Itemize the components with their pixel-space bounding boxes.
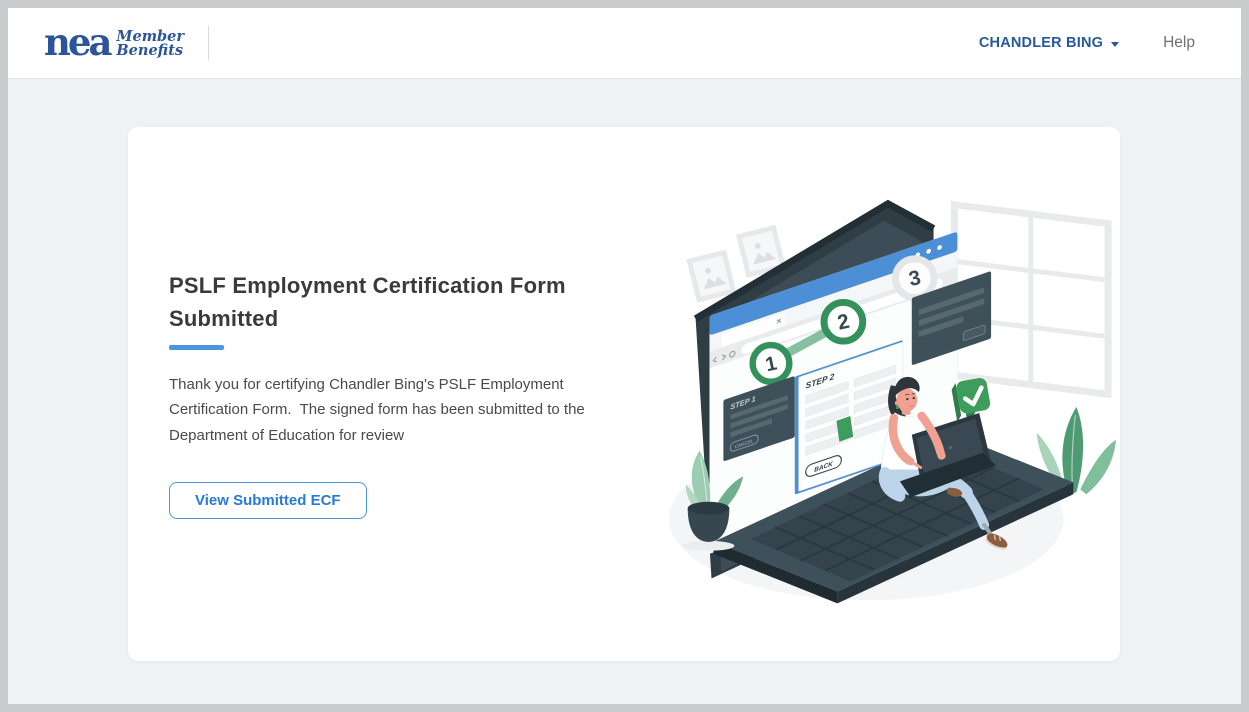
main-area: PSLF Employment Certification Form Submi… — [8, 78, 1241, 704]
logo-tagline-line2: Benefits — [116, 42, 184, 59]
user-menu-dropdown[interactable]: CHANDLER BING — [978, 35, 1120, 51]
header-divider — [208, 26, 210, 60]
chevron-down-icon — [1111, 41, 1120, 47]
form-submitted-illustration: 1 2 3 STEP 1 CANCEL STEP 2 BACK — [668, 199, 1117, 604]
step-circle-2: 2 — [820, 298, 867, 345]
confirmation-message: Thank you for certifying Chandler Bing's… — [169, 375, 589, 444]
picture-frame-icon — [686, 249, 737, 303]
help-link[interactable]: Help — [1163, 34, 1195, 52]
step-circle-3: 3 — [891, 255, 938, 301]
nea-member-benefits-logo[interactable]: nea Member Benefits — [44, 20, 184, 65]
logo-tagline: Member Benefits — [116, 29, 184, 59]
step-circle-1: 1 — [749, 341, 793, 385]
app-window: nea Member Benefits CHANDLER BING Help P… — [8, 8, 1241, 704]
header-right-group: CHANDLER BING Help — [979, 34, 1195, 52]
view-submitted-ecf-button[interactable]: View Submitted ECF — [169, 482, 367, 520]
user-menu-label: CHANDLER BING — [978, 35, 1104, 51]
confirmation-card: PSLF Employment Certification Form Submi… — [128, 127, 1120, 661]
illustration: 1 2 3 STEP 1 CANCEL STEP 2 BACK — [652, 185, 1118, 635]
confirmation-text-block: PSLF Employment Certification Form Submi… — [169, 127, 639, 661]
title-accent-bar — [169, 344, 224, 350]
nea-logo-mark: nea — [44, 20, 112, 65]
page-title: PSLF Employment Certification Form Submi… — [169, 272, 566, 331]
top-header: nea Member Benefits CHANDLER BING Help — [8, 8, 1241, 78]
